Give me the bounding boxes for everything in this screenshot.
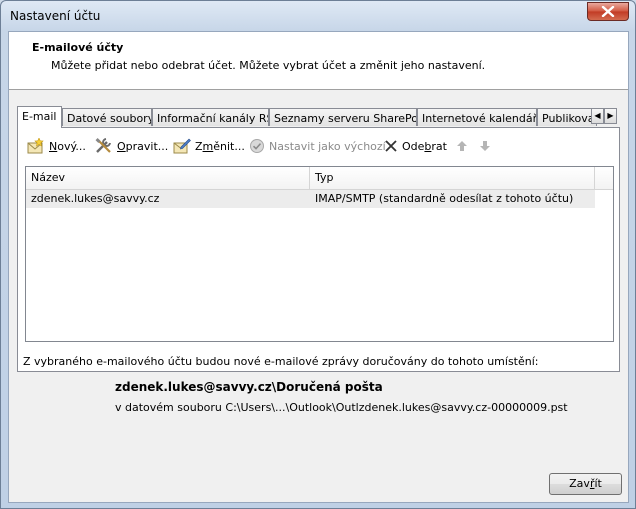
new-mail-account-icon [27,138,44,154]
window-close-button[interactable] [587,2,629,21]
delivery-location-text: Z vybraného e-mailového účtu budou nové … [23,355,539,368]
set-default-button[interactable]: Nastavit jako výchozí [249,136,386,156]
delivery-data-file: v datovém souboru C:\Users\...\Outlook\O… [115,401,568,414]
section-description: Můžete přidat nebo odebrat účet. Můžete … [51,59,486,72]
list-header: Název Typ [26,167,613,190]
delivery-folder-path: zdenek.lukes@savvy.cz\Doručená pošta [115,380,383,394]
change-account-label: Změnit... [195,139,245,153]
tab-sharepoint-lists[interactable]: Seznamy serveru SharePoint [269,108,417,126]
repair-account-button[interactable]: Opravit... [95,136,168,156]
tab-scroll-right[interactable]: ▶ [604,108,617,124]
close-button[interactable]: Zavřít [549,473,622,495]
tab-scroll-left[interactable]: ◀ [591,108,604,124]
window-title: Nastavení účtu [10,9,101,23]
tab-label: Informační kanály RSS [157,112,269,125]
new-account-button[interactable]: Nový... [27,136,86,156]
change-account-icon [173,138,191,154]
title-bar[interactable]: Nastavení účtu [1,1,635,31]
column-header-type[interactable]: Typ [310,167,595,189]
checkmark-circle-icon [250,139,264,153]
set-default-label: Nastavit jako výchozí [269,139,386,153]
tools-icon [95,138,111,153]
dialog-header: E-mailové účty Můžete přidat nebo odebra… [9,32,628,90]
accounts-list[interactable]: Název Typ zdenek.lukes@savvy.cz IMAP/SMT… [25,166,614,342]
section-title: E-mailové účty [32,41,124,54]
move-up-button[interactable] [456,136,468,156]
account-row[interactable]: zdenek.lukes@savvy.cz IMAP/SMTP (standar… [26,190,595,208]
tab-rss-feeds[interactable]: Informační kanály RSS [152,108,269,126]
tab-label: E-mail [22,110,57,123]
tab-label: Internetové kalendáře [422,112,537,125]
new-account-label: Nový... [49,139,86,153]
remove-account-label: Odebrat [402,139,447,153]
arrow-down-icon [480,141,490,151]
close-button-label: Zavřít [569,477,602,490]
account-name: zdenek.lukes@savvy.cz [31,192,160,205]
email-tab-panel: Nový... Opravit... Změnit... Nastavit ja… [17,127,620,372]
account-settings-window: Nastavení účtu E-mailové účty Můžete při… [0,0,636,509]
tab-published-calendars[interactable]: Publikovan [537,108,597,126]
change-account-button[interactable]: Změnit... [173,136,245,156]
remove-account-button[interactable]: Odebrat [384,136,447,156]
tab-label: Datové soubory [67,112,152,125]
arrow-left-icon: ◀ [594,111,601,120]
account-toolbar: Nový... Opravit... Změnit... Nastavit ja… [18,136,618,158]
move-down-button[interactable] [479,136,491,156]
tab-label: Publikovan [542,112,597,125]
delete-x-icon [385,140,397,152]
tab-email[interactable]: E-mail [17,106,62,128]
tab-label: Seznamy serveru SharePoint [274,112,417,125]
tab-data-files[interactable]: Datové soubory [62,108,152,126]
repair-account-label: Opravit... [117,139,169,153]
tab-strip: E-mail Datové soubory Informační kanály … [17,106,619,128]
arrow-up-icon [457,141,467,151]
dialog-client-area: E-mailové účty Můžete přidat nebo odebra… [8,31,629,503]
tab-internet-calendars[interactable]: Internetové kalendáře [417,108,537,126]
close-icon [601,6,615,17]
account-type: IMAP/SMTP (standardně odesílat z tohoto … [315,192,574,205]
arrow-right-icon: ▶ [607,111,614,120]
column-header-name[interactable]: Název [26,167,310,189]
